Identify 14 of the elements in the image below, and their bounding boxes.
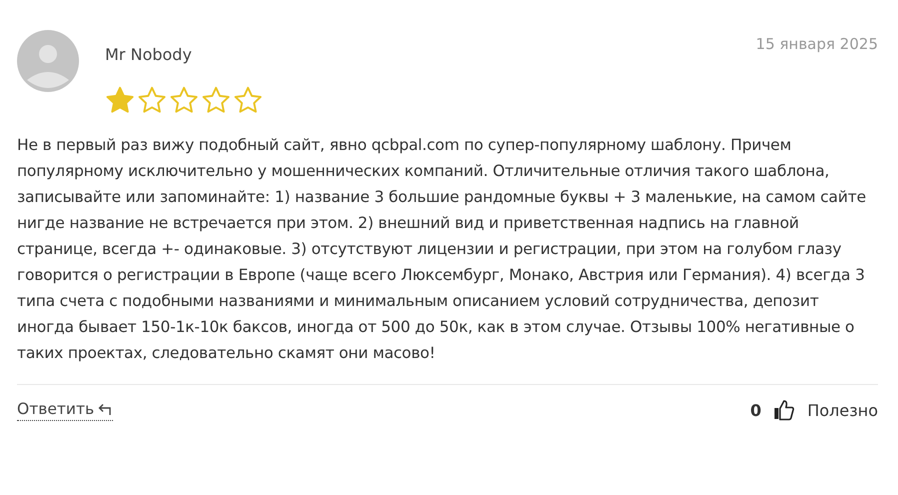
star-icon — [201, 86, 231, 114]
review-date: 15 января 2025 — [756, 35, 878, 53]
helpful-count: 0 — [750, 400, 762, 420]
review-text: Не в первый раз вижу подобный сайт, явно qcbpal.com по супер-популярному шаблону. Причем популярному исключительно у мошеннических компаний. Отличительные отличия такого шаблона, записывайте или запоминайте: 1) название 3 большие рандомные буквы + 3 маленькие, на самом сайте нигде название не встречается при этом. 2) внешний вид и приветственная надпись на главной странице, всегда +- одинаковые. 3) отсутствуют лицензии и регистрации, при этом на голубом глазу говорится о регистрации в Европе (чаще всего Люксембург, Монако, Австрия или Германия). 4) всегда 3 типа счета с подобными названиями и минимальным описанием условий сотрудничества, депозит иногда бывает 150-1к-10к баксов, иногда от 500 до 50к, как в этом случае. Отзывы 100% негативные о таких проектах, следовательно скамят они масово! — [17, 135, 867, 364]
reply-link[interactable]: Ответить — [17, 400, 114, 420]
thumbs-up-icon[interactable] — [773, 399, 796, 421]
star-icon — [169, 86, 199, 114]
star-icon — [233, 86, 263, 114]
return-arrow-icon — [97, 402, 114, 416]
helpful-label[interactable]: Полезно — [807, 400, 878, 420]
avatar-icon — [17, 30, 79, 92]
star-icon — [137, 86, 167, 114]
author-name: Mr Nobody — [105, 45, 193, 64]
star-icon — [105, 86, 135, 114]
